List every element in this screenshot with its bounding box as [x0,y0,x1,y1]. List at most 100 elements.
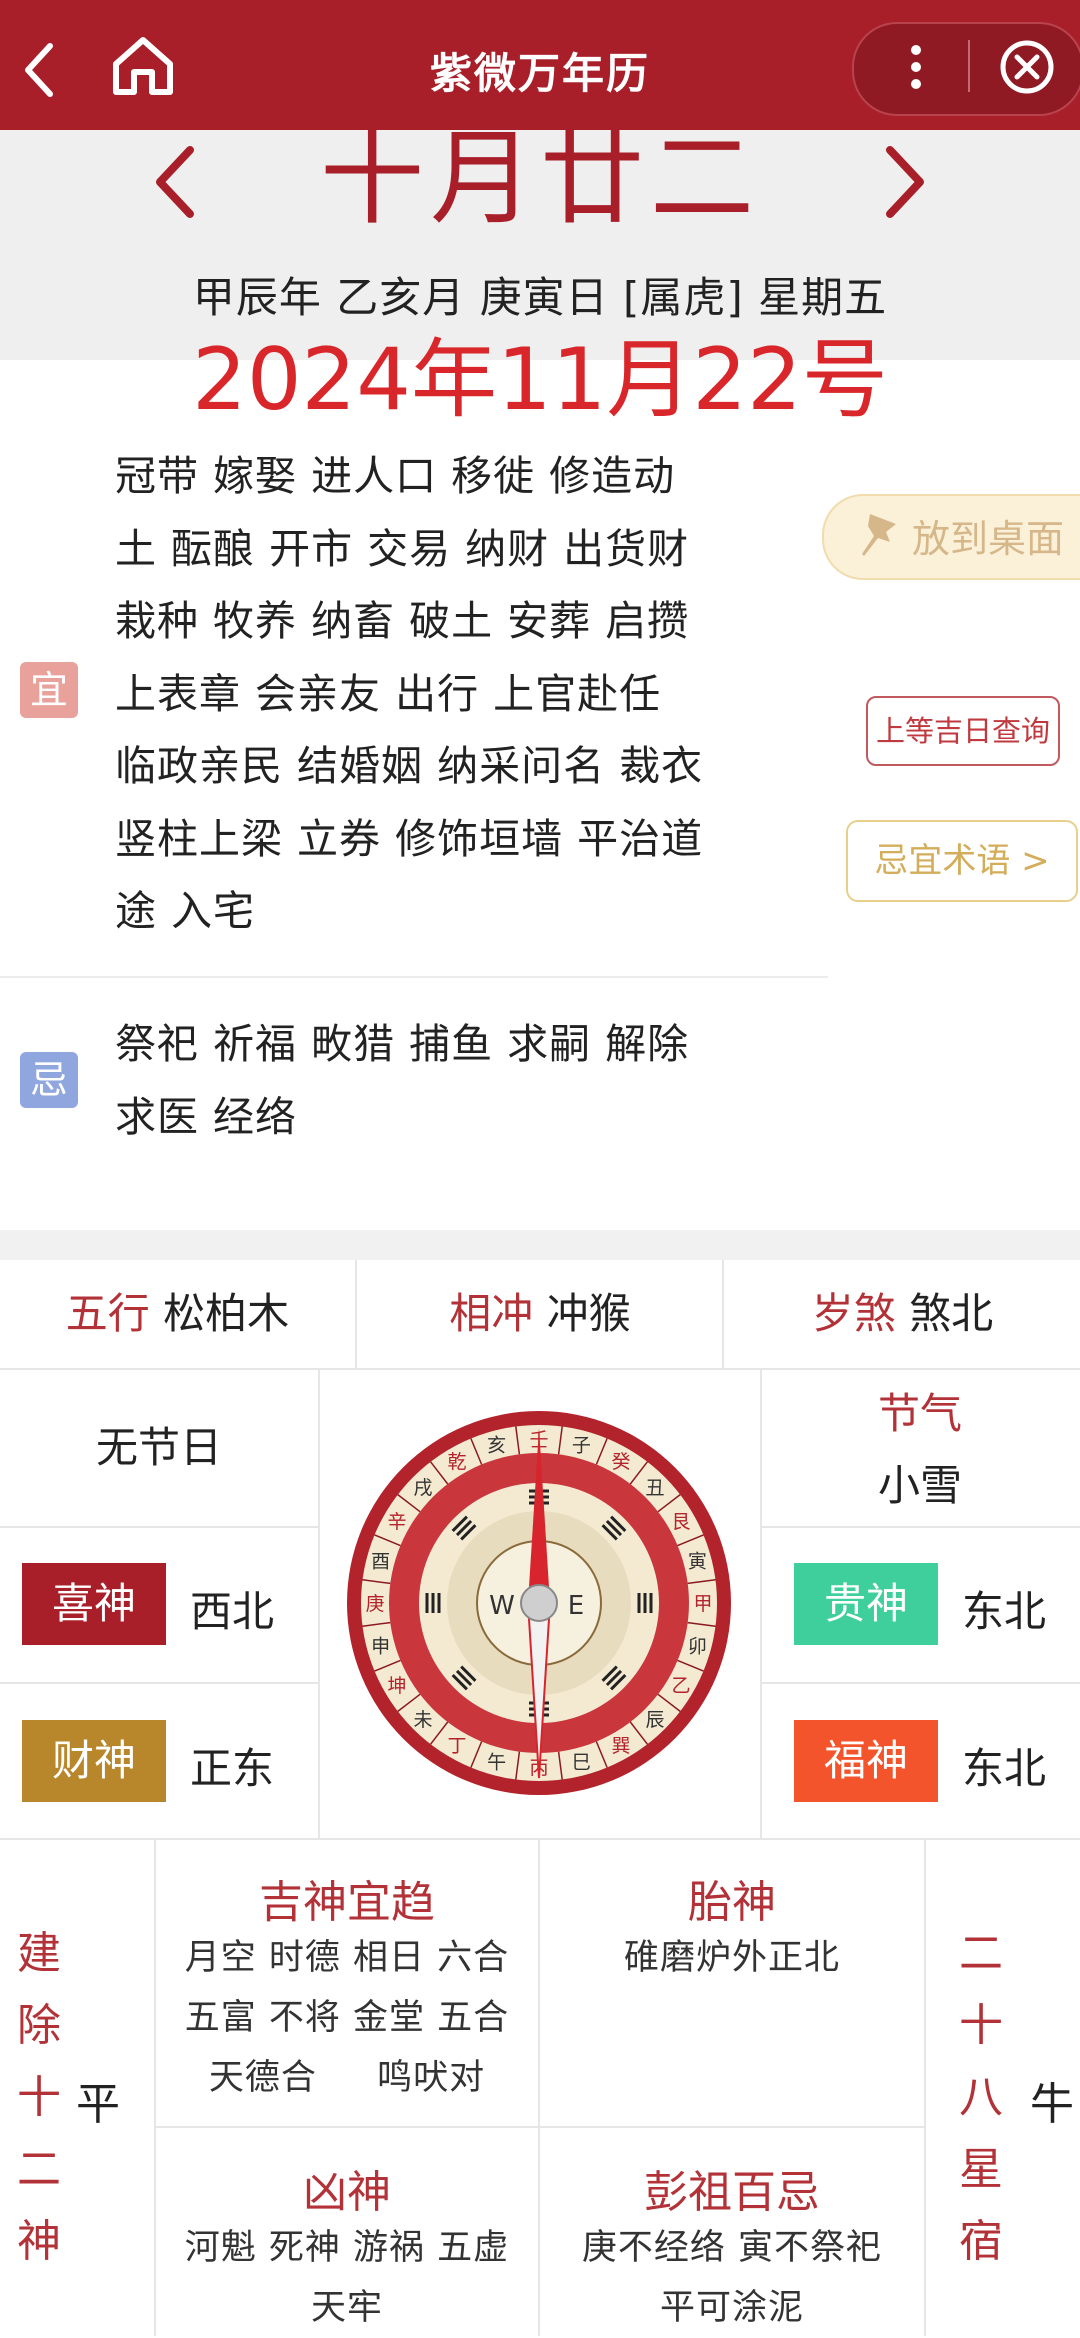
compass-ring-label: 坤 [387,1675,406,1697]
divider [762,1526,1080,1528]
jishen-line: 五富 不将 金堂 五合 [184,1998,510,2038]
festival: 无节日 [95,1423,222,1472]
yi-line: 上表章 会亲友 出行 上官赴任 [115,669,662,718]
wuxing-cell: 五行 松柏木 [0,1260,355,1368]
xingxiu-char: 二 [959,1928,1003,1979]
compass-ring-label: 巽 [611,1735,630,1757]
compass-ring-label: 午 [487,1751,506,1773]
yi-tag: 宜 [20,662,78,718]
caishen-tag: 财神 [22,1720,166,1802]
fushen-value: 东北 [962,1744,1047,1793]
jieqi-value: 小雪 [877,1461,962,1510]
compass-ring-label: 申 [371,1635,390,1657]
jishen-list: 月空 时德 相日 六合 五富 不将 金堂 五合 天德合 鸣吠对 [156,1928,538,2108]
fushen-tag: 福神 [794,1720,938,1802]
xiongshen-list: 河魁 死神 游祸 五虚 天牢 [156,2218,538,2338]
compass-ring-label: 卯 [688,1635,707,1657]
close-icon[interactable] [998,38,1056,96]
chong-value: 冲猴 [546,1289,631,1338]
sha-cell: 岁煞 煞北 [725,1260,1080,1368]
divider [318,1370,320,1840]
ganzhi-date: 甲辰年 乙亥月 庚寅日 [属虎] 星期五 [192,273,888,322]
wuxing-value: 松柏木 [163,1289,290,1338]
chong-cell: 相冲 冲猴 [358,1260,722,1368]
jianchu-title: 建 除 十 二 神 [14,1918,64,2278]
compass-icon: 壬子癸丑艮寅甲卯乙辰巽巳丙午丁未坤申庚酉辛戌乾亥 W E [344,1408,734,1798]
divider [0,1682,318,1684]
ji-line: 祭祀 祈福 畋猎 捕鱼 求嗣 解除 [115,1020,690,1068]
pengzu-line: 平可涂泥 [659,2288,804,2328]
divider [0,1838,1080,1840]
ji-tag: 忌 [20,1052,78,1108]
sha-value: 煞北 [909,1289,994,1338]
divider [924,1840,926,2336]
lucky-day-query-button[interactable]: 上等吉日查询 [866,696,1060,766]
jianchu-value: 平 [76,2079,120,2130]
yi-line: 途 入宅 [115,887,256,935]
taishen-list: 碓磨炉外正北 [540,1928,924,1988]
divider [0,976,828,978]
compass-ring-label: 乙 [671,1675,690,1697]
jieqi-label: 节气 [877,1389,962,1438]
compass-ring-label: 巳 [572,1751,591,1773]
jishen-line: 天德合 鸣吠对 [208,2058,486,2098]
jishen-title: 吉神宜趋 [259,1877,435,1928]
compass-ring-label: 辰 [645,1709,664,1731]
xishen-value: 西北 [190,1587,275,1636]
pin-icon [856,510,900,560]
compass-east-letter: E [568,1591,584,1621]
compass-ring-label: 庚 [365,1593,384,1615]
divider [762,1682,1080,1684]
compass-ring-label: 寅 [688,1551,707,1573]
compass-ring-label: 戌 [413,1477,432,1499]
wuxing-label: 五行 [65,1289,150,1338]
capsule-divider [968,40,970,92]
jianchu-char: 二 [17,2144,61,2195]
yi-line: 土 酝酿 开市 交易 纳财 出货财 [115,524,690,573]
xiongshen-line: 河魁 死神 游祸 五虚 [184,2228,510,2268]
xishen-tag: 喜神 [22,1563,166,1645]
xingxiu-char: 十 [959,2000,1003,2051]
chong-label: 相冲 [449,1289,534,1338]
terms-button[interactable]: 忌宜术语 > [846,820,1078,902]
divider [0,1526,318,1528]
compass-ring-label: 甲 [693,1593,712,1615]
yi-line: 栽种 牧养 纳畜 破土 安葬 启攒 [115,597,690,645]
divider [156,2126,924,2128]
taishen-title: 胎神 [688,1877,776,1928]
xingxiu-char: 八 [959,2072,1003,2123]
jianchu-char: 十 [17,2072,61,2123]
jianchu-char: 神 [17,2216,61,2267]
guishen-tag: 贵神 [794,1563,938,1645]
taishen-line: 碓磨炉外正北 [623,1938,840,1978]
pengzu-title: 彭祖百忌 [644,2167,820,2218]
divider [722,1260,724,1368]
jianchu-char: 建 [17,1928,61,1979]
xingxiu-title: 二 十 八 星 宿 [956,1918,1006,2278]
compass-ring-label: 艮 [671,1511,690,1533]
yi-line: 临政亲民 结婚姻 纳采问名 裁衣 [115,742,704,790]
next-day-icon[interactable] [880,142,930,222]
compass-ring-label: 丁 [447,1735,466,1757]
previous-day-icon[interactable] [150,142,200,222]
jishen-line: 月空 时德 相日 六合 [184,1938,510,1978]
compass-ring-label: 乾 [447,1451,466,1473]
gregorian-date: 2024年11月22号 [192,330,888,430]
sha-label: 岁煞 [811,1289,896,1338]
compass-ring-label: 亥 [487,1435,506,1457]
ji-list: 祭祀 祈福 畋猎 捕鱼 求嗣 解除 求医 经络 [115,1008,795,1153]
compass-ring-label: 子 [572,1435,591,1457]
xingxiu-char: 星 [959,2144,1003,2195]
more-icon[interactable] [896,42,936,92]
compass-ring-label: 未 [413,1709,432,1731]
compass-west-letter: W [489,1591,515,1621]
guishen-value: 东北 [962,1587,1047,1636]
compass-ring-label: 辛 [387,1511,406,1533]
jianchu-char: 除 [17,2000,61,2051]
yi-line: 竖柱上梁 立券 修饰垣墙 平治道 [115,814,704,863]
pin-to-desktop-label[interactable]: 放到桌面 [912,508,1064,563]
xiongshen-title: 凶神 [303,2167,391,2218]
yi-list: 冠带 嫁娶 进人口 移徙 修造动 土 酝酿 开市 交易 纳财 出货财 栽种 牧养… [115,440,795,948]
section-gap [0,1230,1080,1260]
yi-line: 冠带 嫁娶 进人口 移徙 修造动 [115,452,676,500]
